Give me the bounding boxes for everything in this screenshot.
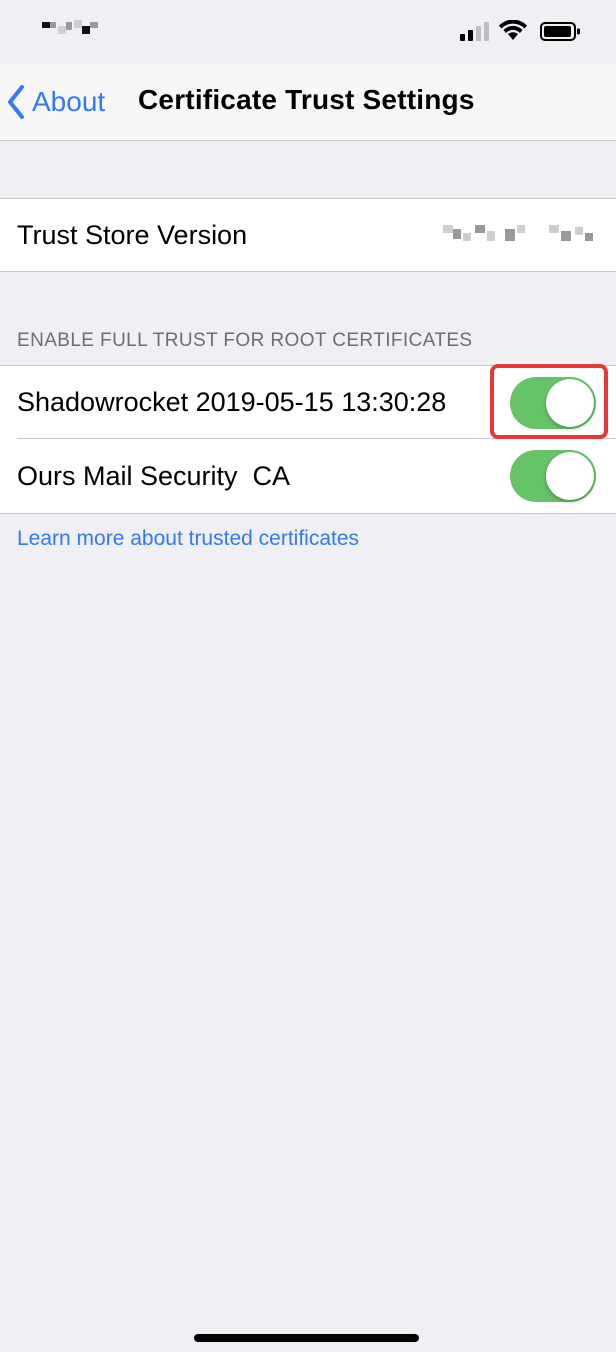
back-button-label: About <box>32 86 106 117</box>
trust-store-version-label: Trust Store Version <box>17 219 248 250</box>
home-indicator[interactable] <box>194 1334 419 1342</box>
battery-icon <box>540 22 580 41</box>
certificate-label: Shadowrocket 2019-05-15 13:30:28 <box>17 387 447 417</box>
chevron-left-icon <box>8 85 24 119</box>
certificate-row-shadowrocket: Shadowrocket 2019-05-15 13:30:28 <box>0 366 616 439</box>
status-indicators <box>456 18 596 42</box>
trust-store-version-row: Trust Store Version <box>0 199 616 271</box>
root-certificates-group: Shadowrocket 2019-05-15 13:30:28 Ours Ma… <box>0 365 616 514</box>
back-button[interactable]: About <box>6 80 105 124</box>
signal-icon <box>460 22 489 41</box>
learn-more-link[interactable]: Learn more about trusted certificates <box>17 527 359 551</box>
trust-store-group: Trust Store Version <box>0 198 616 272</box>
status-bar <box>0 0 616 64</box>
root-certificates-section-header: ENABLE FULL TRUST FOR ROOT CERTIFICATES <box>17 330 473 351</box>
wifi-icon <box>499 20 527 40</box>
status-time-blurred <box>40 18 100 38</box>
trust-toggle-ours-mail-security[interactable] <box>510 450 596 502</box>
toggle-knob <box>546 379 594 427</box>
trust-toggle-shadowrocket[interactable] <box>510 377 596 429</box>
page-title: Certificate Trust Settings <box>138 84 475 115</box>
navigation-bar: About Certificate Trust Settings <box>0 64 616 141</box>
toggle-knob <box>546 452 594 500</box>
certificate-row-ours-mail-security: Ours Mail Security CA <box>0 439 616 513</box>
trust-store-version-value-blurred <box>441 223 596 247</box>
certificate-label: Ours Mail Security CA <box>17 460 291 491</box>
